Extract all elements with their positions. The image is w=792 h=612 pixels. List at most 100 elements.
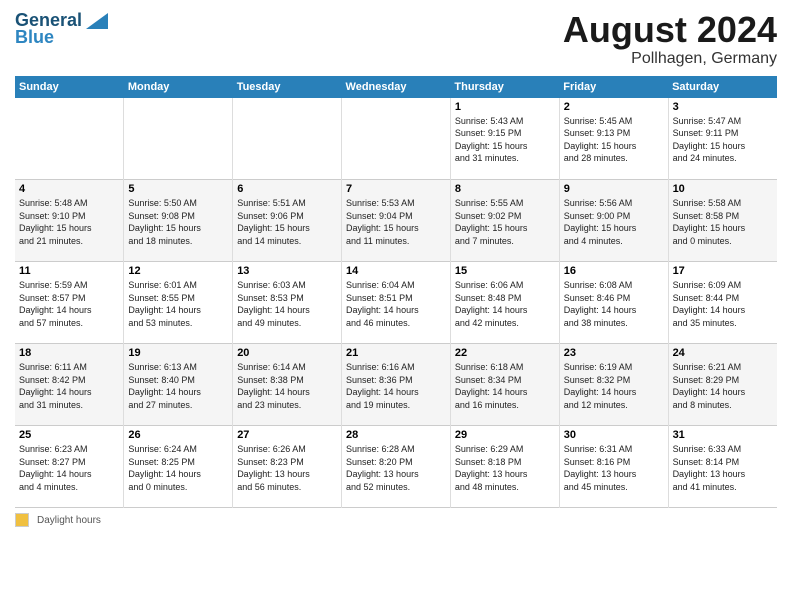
day-info: Sunrise: 6:04 AM Sunset: 8:51 PM Dayligh… <box>346 279 446 329</box>
day-info: Sunrise: 6:16 AM Sunset: 8:36 PM Dayligh… <box>346 361 446 411</box>
day-number: 9 <box>564 183 664 195</box>
day-number: 13 <box>237 265 337 277</box>
day-number: 3 <box>673 101 773 113</box>
day-number: 21 <box>346 347 446 359</box>
day-number: 6 <box>237 183 337 195</box>
day-cell: 4 Sunrise: 5:48 AM Sunset: 9:10 PM Daylig… <box>15 180 124 262</box>
day-cell <box>233 98 342 180</box>
day-info: Sunrise: 5:47 AM Sunset: 9:11 PM Dayligh… <box>673 115 773 165</box>
day-number: 30 <box>564 429 664 441</box>
day-info: Sunrise: 5:58 AM Sunset: 8:58 PM Dayligh… <box>673 197 773 247</box>
day-info: Sunrise: 6:11 AM Sunset: 8:42 PM Dayligh… <box>19 361 119 411</box>
day-cell: 5Sunrise: 5:50 AM Sunset: 9:08 PM Daylig… <box>124 180 233 262</box>
day-info: Sunrise: 6:08 AM Sunset: 8:46 PM Dayligh… <box>564 279 664 329</box>
day-cell: 20 Sunrise: 6:14 AM Sunset: 8:38 PM Dayli… <box>233 344 342 426</box>
header: General Blue August 2024 Pollhagen, Germ… <box>15 10 777 68</box>
day-number: 14 <box>346 265 446 277</box>
day-cell <box>342 98 451 180</box>
day-number: 12 <box>128 265 228 277</box>
day-cell: 10 Sunrise: 5:58 AM Sunset: 8:58 PM Dayli… <box>668 180 777 262</box>
day-cell: 9 Sunrise: 5:56 AM Sunset: 9:00 PM Daylig… <box>559 180 668 262</box>
day-cell: 14 Sunrise: 6:04 AM Sunset: 8:51 PM Dayli… <box>342 262 451 344</box>
day-cell: 17 Sunrise: 6:09 AM Sunset: 8:44 PM Dayli… <box>668 262 777 344</box>
col-thursday: Thursday <box>450 76 559 98</box>
week-row-0: 1 Sunrise: 5:43 AM Sunset: 9:15 PM Daylig… <box>15 98 777 180</box>
day-number: 7 <box>346 183 446 195</box>
day-info: Sunrise: 6:26 AM Sunset: 8:23 PM Dayligh… <box>237 443 337 493</box>
day-number: 11 <box>19 265 119 277</box>
day-cell: 28Sunrise: 6:28 AM Sunset: 8:20 PM Dayli… <box>342 426 451 508</box>
day-cell: 21 Sunrise: 6:16 AM Sunset: 8:36 PM Dayli… <box>342 344 451 426</box>
week-row-3: 18Sunrise: 6:11 AM Sunset: 8:42 PM Dayli… <box>15 344 777 426</box>
week-row-1: 4 Sunrise: 5:48 AM Sunset: 9:10 PM Daylig… <box>15 180 777 262</box>
day-number: 25 <box>19 429 119 441</box>
col-wednesday: Wednesday <box>342 76 451 98</box>
day-info: Sunrise: 6:06 AM Sunset: 8:48 PM Dayligh… <box>455 279 555 329</box>
day-cell: 2 Sunrise: 5:45 AM Sunset: 9:13 PM Daylig… <box>559 98 668 180</box>
col-sunday: Sunday <box>15 76 124 98</box>
day-number: 2 <box>564 101 664 113</box>
day-number: 27 <box>237 429 337 441</box>
day-cell: 18Sunrise: 6:11 AM Sunset: 8:42 PM Dayli… <box>15 344 124 426</box>
day-info: Sunrise: 5:56 AM Sunset: 9:00 PM Dayligh… <box>564 197 664 247</box>
day-info: Sunrise: 6:14 AM Sunset: 8:38 PM Dayligh… <box>237 361 337 411</box>
col-saturday: Saturday <box>668 76 777 98</box>
day-number: 17 <box>673 265 773 277</box>
day-cell: 29Sunrise: 6:29 AM Sunset: 8:18 PM Dayli… <box>450 426 559 508</box>
day-number: 23 <box>564 347 664 359</box>
day-info: Sunrise: 5:50 AM Sunset: 9:08 PM Dayligh… <box>128 197 228 247</box>
logo: General Blue <box>15 10 108 48</box>
day-info: Sunrise: 6:29 AM Sunset: 8:18 PM Dayligh… <box>455 443 555 493</box>
day-info: Sunrise: 6:09 AM Sunset: 8:44 PM Dayligh… <box>673 279 773 329</box>
day-info: Sunrise: 5:59 AM Sunset: 8:57 PM Dayligh… <box>19 279 119 329</box>
day-cell: 15 Sunrise: 6:06 AM Sunset: 8:48 PM Dayli… <box>450 262 559 344</box>
day-info: Sunrise: 6:21 AM Sunset: 8:29 PM Dayligh… <box>673 361 773 411</box>
day-cell: 31Sunrise: 6:33 AM Sunset: 8:14 PM Dayli… <box>668 426 777 508</box>
day-number: 26 <box>128 429 228 441</box>
footer: Daylight hours <box>15 513 777 527</box>
day-number: 28 <box>346 429 446 441</box>
day-cell: 1 Sunrise: 5:43 AM Sunset: 9:15 PM Daylig… <box>450 98 559 180</box>
legend-label: Daylight hours <box>37 515 101 526</box>
week-row-4: 25 Sunrise: 6:23 AM Sunset: 8:27 PM Dayli… <box>15 426 777 508</box>
day-cell: 23 Sunrise: 6:19 AM Sunset: 8:32 PM Dayli… <box>559 344 668 426</box>
day-info: Sunrise: 6:13 AM Sunset: 8:40 PM Dayligh… <box>128 361 228 411</box>
day-cell: 7Sunrise: 5:53 AM Sunset: 9:04 PM Daylig… <box>342 180 451 262</box>
day-cell: 27 Sunrise: 6:26 AM Sunset: 8:23 PM Dayli… <box>233 426 342 508</box>
day-number: 10 <box>673 183 773 195</box>
day-info: Sunrise: 6:23 AM Sunset: 8:27 PM Dayligh… <box>19 443 119 493</box>
week-row-2: 11 Sunrise: 5:59 AM Sunset: 8:57 PM Dayli… <box>15 262 777 344</box>
day-info: Sunrise: 6:33 AM Sunset: 8:14 PM Dayligh… <box>673 443 773 493</box>
day-number: 20 <box>237 347 337 359</box>
day-cell: 24 Sunrise: 6:21 AM Sunset: 8:29 PM Dayli… <box>668 344 777 426</box>
day-number: 19 <box>128 347 228 359</box>
day-info: Sunrise: 5:48 AM Sunset: 9:10 PM Dayligh… <box>19 197 119 247</box>
day-info: Sunrise: 6:19 AM Sunset: 8:32 PM Dayligh… <box>564 361 664 411</box>
day-info: Sunrise: 5:55 AM Sunset: 9:02 PM Dayligh… <box>455 197 555 247</box>
col-friday: Friday <box>559 76 668 98</box>
day-info: Sunrise: 5:43 AM Sunset: 9:15 PM Dayligh… <box>455 115 555 165</box>
day-number: 15 <box>455 265 555 277</box>
day-cell <box>124 98 233 180</box>
day-cell: 11 Sunrise: 5:59 AM Sunset: 8:57 PM Dayli… <box>15 262 124 344</box>
day-number: 8 <box>455 183 555 195</box>
day-number: 1 <box>455 101 555 113</box>
location-title: Pollhagen, Germany <box>563 50 777 68</box>
day-cell: 30Sunrise: 6:31 AM Sunset: 8:16 PM Dayli… <box>559 426 668 508</box>
day-cell: 12Sunrise: 6:01 AM Sunset: 8:55 PM Dayli… <box>124 262 233 344</box>
day-info: Sunrise: 5:45 AM Sunset: 9:13 PM Dayligh… <box>564 115 664 165</box>
page: General Blue August 2024 Pollhagen, Germ… <box>0 0 792 612</box>
day-cell: 25 Sunrise: 6:23 AM Sunset: 8:27 PM Dayli… <box>15 426 124 508</box>
day-info: Sunrise: 6:24 AM Sunset: 8:25 PM Dayligh… <box>128 443 228 493</box>
day-number: 22 <box>455 347 555 359</box>
day-number: 16 <box>564 265 664 277</box>
day-cell: 6Sunrise: 5:51 AM Sunset: 9:06 PM Daylig… <box>233 180 342 262</box>
day-info: Sunrise: 6:18 AM Sunset: 8:34 PM Dayligh… <box>455 361 555 411</box>
day-number: 24 <box>673 347 773 359</box>
logo-icon <box>86 13 108 29</box>
day-cell: 8 Sunrise: 5:55 AM Sunset: 9:02 PM Daylig… <box>450 180 559 262</box>
day-cell <box>15 98 124 180</box>
month-title: August 2024 <box>563 10 777 50</box>
col-tuesday: Tuesday <box>233 76 342 98</box>
day-number: 4 <box>19 183 119 195</box>
